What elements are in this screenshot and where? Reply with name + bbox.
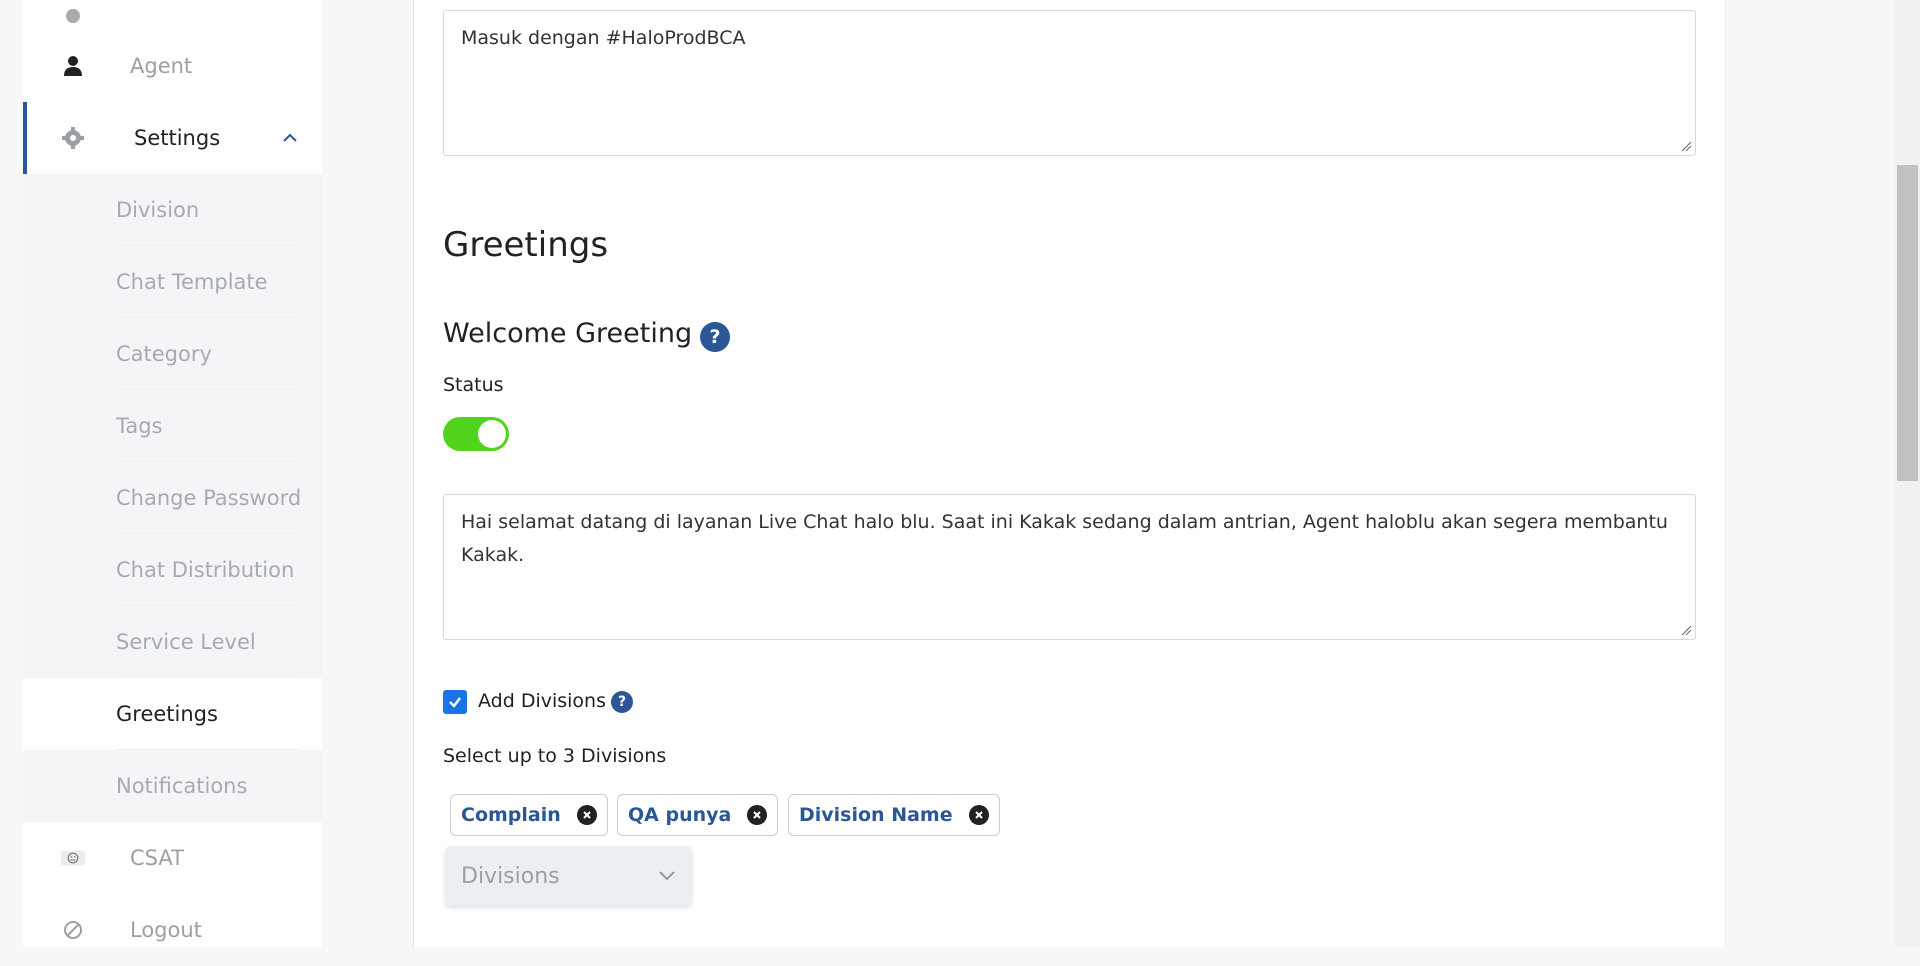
sidebar-item-chat-distribution[interactable]: Chat Distribution	[23, 534, 322, 606]
sidebar-item-service-level[interactable]: Service Level	[23, 606, 322, 678]
division-chip: QA punya	[617, 794, 779, 836]
status-label: Status	[443, 374, 504, 396]
welcome-greeting-title: Welcome Greeting	[443, 318, 693, 349]
section-title: Greetings	[443, 225, 609, 265]
sidebar-item-label: Logout	[130, 918, 202, 942]
textarea-value: Masuk dengan #HaloProdBCA	[461, 27, 746, 49]
sidebar-item-label: Division	[116, 198, 200, 222]
status-toggle[interactable]	[443, 417, 509, 451]
sidebar-item-tags[interactable]: Tags	[23, 390, 322, 462]
division-chip: Division Name	[788, 794, 1000, 836]
sidebar-item-settings[interactable]: Settings	[23, 102, 322, 174]
smiley-icon	[61, 846, 85, 870]
add-divisions-label: Add Divisions	[478, 690, 606, 712]
remove-chip-icon[interactable]	[968, 805, 989, 825]
sidebar-item-change-password[interactable]: Change Password	[23, 462, 322, 534]
select-placeholder: Divisions	[461, 864, 560, 889]
sidebar-item-label: CSAT	[130, 846, 184, 870]
sidebar-item-chat-template[interactable]: Chat Template	[23, 246, 322, 318]
textarea-value: Hai selamat datang di layanan Live Chat …	[461, 511, 1668, 566]
sidebar-item-label: Chat Distribution	[116, 558, 295, 582]
sidebar: Agent Settings Division Chat Template Ca…	[23, 0, 322, 947]
scrollbar-thumb[interactable]	[1897, 165, 1918, 481]
sidebar-item-label: Change Password	[116, 486, 302, 510]
chevron-up-icon[interactable]	[281, 129, 299, 147]
sidebar-item-logout[interactable]: Logout	[23, 894, 322, 966]
sidebar-item-label: Category	[116, 342, 212, 366]
sidebar-item-label: Settings	[134, 126, 221, 150]
resize-handle-icon[interactable]	[1680, 624, 1692, 636]
sidebar-item-division[interactable]: Division	[23, 174, 322, 246]
gear-icon	[61, 126, 85, 150]
chevron-down-icon	[659, 871, 675, 881]
sidebar-item-category[interactable]: Category	[23, 318, 322, 390]
sidebar-item-label: Notifications	[116, 774, 248, 798]
help-icon[interactable]: ?	[700, 322, 730, 352]
welcome-message-textarea[interactable]: Hai selamat datang di layanan Live Chat …	[443, 494, 1696, 640]
sidebar-item-label: Tags	[116, 414, 163, 438]
sidebar-item-notifications[interactable]: Notifications	[23, 750, 322, 822]
login-text-textarea[interactable]: Masuk dengan #HaloProdBCA	[443, 10, 1696, 156]
ban-icon	[61, 918, 85, 942]
sidebar-item-csat[interactable]: CSAT	[23, 822, 322, 894]
sidebar-item-label: Service Level	[116, 630, 256, 654]
division-chip: Complain	[450, 794, 608, 836]
help-icon[interactable]: ?	[611, 691, 633, 713]
toggle-knob	[478, 420, 506, 448]
remove-chip-icon[interactable]	[576, 805, 597, 825]
person-icon	[61, 54, 85, 78]
add-divisions-checkbox[interactable]	[443, 690, 467, 714]
sidebar-item-greetings[interactable]: Greetings	[23, 678, 322, 750]
check-icon	[449, 697, 461, 708]
resize-handle-icon[interactable]	[1680, 140, 1692, 152]
chip-label: Complain	[461, 804, 561, 826]
sidebar-item-agent[interactable]: Agent	[23, 30, 322, 102]
chip-label: QA punya	[628, 804, 732, 826]
remove-chip-icon[interactable]	[747, 805, 768, 825]
sidebar-item-label: Chat Template	[116, 270, 268, 294]
chip-label: Division Name	[799, 804, 953, 826]
sidebar-item-label: Greetings	[116, 702, 218, 726]
chat-icon	[61, 4, 85, 28]
greetings-panel: Masuk dengan #HaloProdBCA Greetings Welc…	[413, 0, 1726, 947]
settings-submenu: Division Chat Template Category Tags Cha…	[23, 174, 322, 822]
select-note: Select up to 3 Divisions	[443, 745, 667, 767]
sidebar-item-label: Agent	[130, 54, 193, 78]
divisions-select[interactable]: Divisions	[445, 846, 692, 906]
